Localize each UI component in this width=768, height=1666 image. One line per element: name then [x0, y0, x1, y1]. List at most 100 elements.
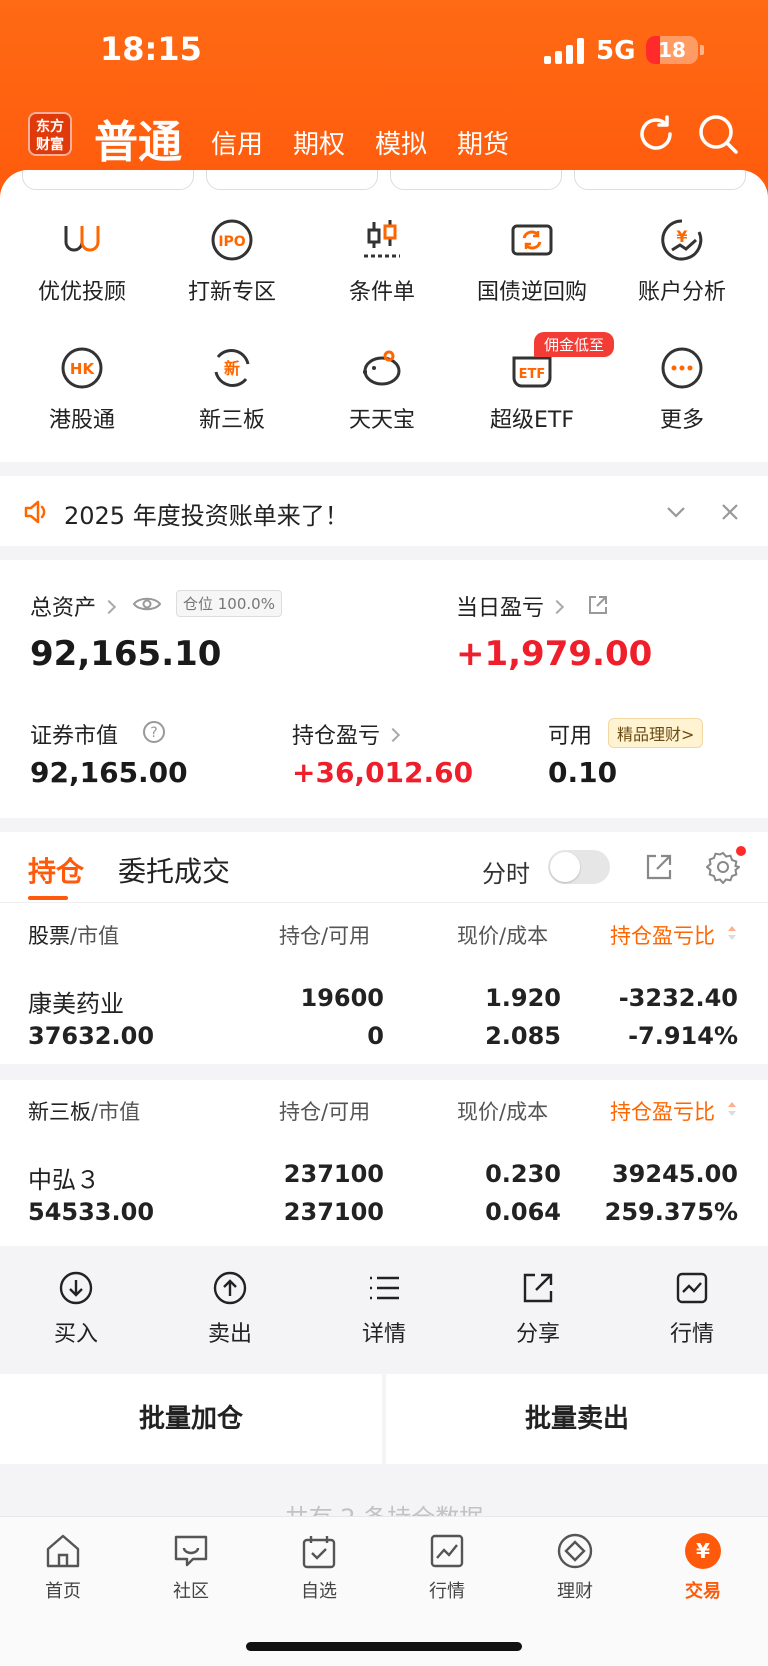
wealth-tag[interactable]: 精品理财> [608, 718, 704, 748]
account-analysis-icon: ¥ [661, 219, 703, 261]
tab-positions[interactable]: 持仓 [28, 850, 84, 890]
eye-icon[interactable] [132, 594, 162, 614]
network-type: 5G [596, 36, 636, 66]
piggy-bank-icon [363, 350, 401, 386]
trade-icon: ¥ [685, 1533, 721, 1569]
grid-label: 新三板 [198, 408, 265, 433]
grid-label: 更多 [659, 408, 704, 433]
total-assets-label[interactable]: 总资产 [30, 590, 117, 622]
sort-icon[interactable] [726, 924, 738, 942]
grid-label: 条件单 [348, 280, 415, 305]
nav-market[interactable]: 行情 [397, 1531, 497, 1603]
available-qty: 0 [367, 1022, 384, 1050]
header-holding: 持仓/可用 [279, 1100, 371, 1124]
grid-item-repo[interactable]: 国债逆回购 [457, 216, 607, 306]
stock-name: 康美药业 [28, 990, 124, 1018]
grid-item-super-etf[interactable]: ETF 超级ETF [457, 344, 607, 434]
pnl-percent: 259.375% [604, 1198, 738, 1226]
refresh-icon[interactable] [634, 112, 678, 156]
share-out-icon[interactable] [644, 852, 674, 882]
sort-icon[interactable] [726, 1100, 738, 1118]
wealth-icon [557, 1533, 593, 1569]
holding-pnl-label[interactable]: 持仓盈亏 [292, 718, 401, 750]
nav-label: 首页 [45, 1581, 81, 1602]
close-icon[interactable] [718, 500, 742, 524]
tab-simulation[interactable]: 模拟 [375, 124, 427, 161]
grid-item-uu-advisor[interactable]: 优优投顾 [7, 216, 157, 306]
available-label: 可用 [548, 724, 593, 749]
details-button[interactable]: 详情 [334, 1270, 434, 1348]
nav-trade[interactable]: ¥ 交易 [653, 1531, 753, 1603]
cost-price: 2.085 [485, 1022, 561, 1050]
buy-icon [59, 1271, 93, 1305]
home-indicator [246, 1642, 522, 1651]
more-icon [661, 347, 703, 389]
available-value: 0.10 [548, 756, 618, 789]
batch-sell-button[interactable]: 批量卖出 [386, 1374, 768, 1464]
grid-label: 打新专区 [187, 280, 276, 305]
external-link-icon[interactable] [587, 594, 609, 616]
pnl-percent: -7.914% [628, 1022, 738, 1050]
nav-home[interactable]: 首页 [13, 1531, 113, 1603]
intraday-toggle[interactable] [548, 850, 610, 884]
nav-label: 自选 [301, 1581, 337, 1602]
chevron-down-icon[interactable] [664, 500, 688, 524]
action-label: 买入 [53, 1322, 98, 1347]
tab-orders[interactable]: 委托成交 [118, 850, 230, 890]
grid-item-more[interactable]: 更多 [607, 344, 757, 434]
nav-community[interactable]: 社区 [141, 1531, 241, 1603]
batch-add-button[interactable]: 批量加仓 [0, 1374, 382, 1464]
app-logo: 东方 财富 [28, 112, 72, 156]
position-ratio-badge: 仓位 100.0% [176, 590, 282, 617]
row-actions: 买入 卖出 详情 分享 行情 [0, 1246, 768, 1370]
tab-options[interactable]: 期权 [293, 124, 345, 161]
grid-item-hk-connect[interactable]: HK 港股通 [7, 344, 157, 434]
grid-item-account-analysis[interactable]: ¥ 账户分析 [607, 216, 757, 306]
nav-label: 理财 [557, 1581, 593, 1602]
nav-wealth[interactable]: 理财 [525, 1531, 625, 1603]
nav-watchlist[interactable]: 自选 [269, 1531, 369, 1603]
chart-icon [676, 1272, 708, 1304]
cost-price: 0.064 [485, 1198, 561, 1226]
list-icon [370, 1276, 399, 1300]
grid-label: 优优投顾 [37, 280, 126, 305]
tab-normal[interactable]: 普通 [94, 106, 182, 170]
daily-pnl-value: +1,979.00 [456, 634, 653, 674]
asset-summary: 总资产 仓位 100.0% 92,165.10 当日盈亏 +1,979.00 证… [0, 560, 768, 818]
speaker-icon [24, 500, 46, 524]
nav-label: 行情 [429, 1581, 465, 1602]
help-icon[interactable]: ? [142, 720, 166, 744]
signal-icon [544, 38, 586, 64]
tab-futures[interactable]: 期货 [457, 124, 509, 161]
buy-button[interactable]: 买入 [26, 1270, 126, 1348]
status-time: 18:15 [100, 30, 202, 68]
notice-bar[interactable]: 2025 年度投资账单来了！ [0, 476, 768, 546]
header-pnl-sort[interactable]: 持仓盈亏比 [610, 1096, 715, 1126]
header-pnl-sort[interactable]: 持仓盈亏比 [610, 920, 715, 950]
daily-pnl-label[interactable]: 当日盈亏 [456, 590, 565, 622]
grid-item-conditional-order[interactable]: 条件单 [307, 216, 457, 306]
positions-panel: 持仓 委托成交 分时 股票/市值 持仓/可用 现价/成本 持仓盈亏比 康美药业 … [0, 832, 768, 1064]
quote-button[interactable]: 行情 [642, 1270, 742, 1348]
total-assets-value: 92,165.10 [30, 634, 222, 674]
grid-item-neeq[interactable]: 新 新三板 [157, 344, 307, 434]
svg-text:ETF: ETF [519, 367, 546, 382]
community-icon [174, 1535, 208, 1567]
grid-label: 国债逆回购 [476, 280, 587, 305]
repo-icon [511, 224, 553, 256]
sell-button[interactable]: 卖出 [180, 1270, 280, 1348]
search-icon[interactable] [696, 112, 740, 156]
notification-dot [736, 846, 746, 856]
sell-icon [213, 1271, 247, 1305]
stock-market-value: 37632.00 [28, 1022, 155, 1050]
grid-item-ipo[interactable]: IPO 打新专区 [157, 216, 307, 306]
grid-item-tiantianbao[interactable]: 天天宝 [307, 344, 457, 434]
scrolled-chip [22, 170, 194, 190]
current-price: 1.920 [485, 984, 561, 1012]
share-button[interactable]: 分享 [488, 1270, 588, 1348]
market-value-label: 证券市值 [30, 724, 119, 749]
settings-icon[interactable] [706, 850, 740, 884]
battery-level: 18 [658, 38, 686, 62]
conditional-order-icon [364, 220, 400, 258]
tab-credit[interactable]: 信用 [211, 124, 263, 161]
